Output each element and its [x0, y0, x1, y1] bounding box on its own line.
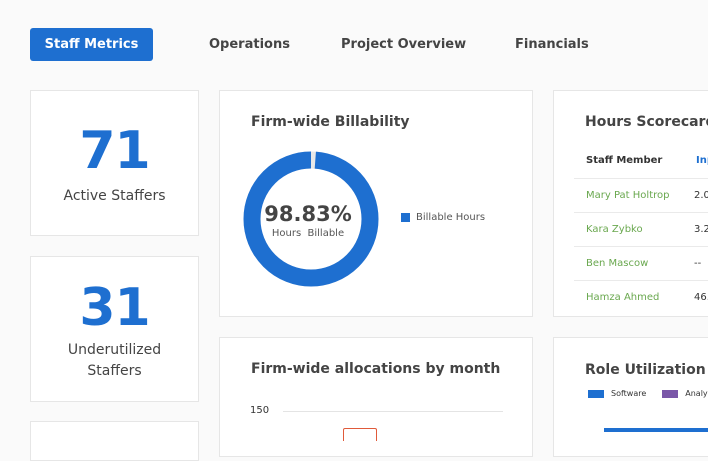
- active-staffers-value: 71: [79, 121, 150, 181]
- role-utilization-card: Role Utilization Software Analys: [553, 337, 708, 457]
- hours-value: --: [694, 258, 702, 269]
- allocations-bar-partial: [343, 428, 377, 441]
- billability-legend: Billable Hours: [401, 212, 485, 223]
- table-row: Hamza Ahmed 46.: [574, 280, 708, 314]
- allocations-gridline: [283, 411, 503, 412]
- billability-sub-hours: Hours: [271, 228, 302, 239]
- underutilized-card: 31 Underutilized Staffers: [30, 256, 199, 402]
- staff-name[interactable]: Hamza Ahmed: [586, 281, 659, 315]
- hours-value: 3.2: [694, 224, 708, 235]
- table-row: Ben Mascow --: [574, 246, 708, 280]
- underutilized-label-line2: Staffers: [87, 363, 142, 379]
- header-input[interactable]: Inp: [696, 155, 708, 166]
- active-staffers-label: Active Staffers: [63, 188, 166, 204]
- tab-financials[interactable]: Financials: [515, 28, 589, 61]
- scorecard-header: Staff Member Inp: [574, 148, 708, 178]
- billability-sub-billable: Billable: [307, 228, 345, 239]
- allocations-y-tick: 150: [250, 405, 270, 416]
- allocations-title: Firm-wide allocations by month: [251, 361, 501, 377]
- billability-percent: 98.83%: [264, 202, 352, 226]
- active-staffers-card: 71 Active Staffers: [30, 90, 199, 236]
- table-row: Kara Zybko 3.2: [574, 212, 708, 246]
- staff-name[interactable]: Mary Pat Holtrop: [586, 179, 669, 213]
- hours-value: 2.0: [694, 190, 708, 201]
- role-util-title: Role Utilization: [585, 362, 706, 378]
- hours-value: 46.: [694, 292, 708, 303]
- staff-name[interactable]: Ben Mascow: [586, 247, 648, 281]
- underutilized-value: 31: [79, 278, 150, 338]
- hours-scorecard-card: Hours Scorecard Staff Member Inp Mary Pa…: [553, 90, 708, 317]
- tab-project-overview[interactable]: Project Overview: [341, 28, 466, 61]
- staff-name[interactable]: Kara Zybko: [586, 213, 643, 247]
- metric-card-partial: [30, 421, 199, 461]
- tab-staff-metrics[interactable]: Staff Metrics: [30, 28, 153, 61]
- underutilized-label-line1: Underutilized: [67, 342, 162, 358]
- legend-label-billable: Billable Hours: [416, 212, 486, 223]
- legend-swatch-analyst: [662, 389, 679, 398]
- legend-label-software: Software: [611, 389, 647, 398]
- table-row: Mary Pat Holtrop 2.0: [574, 178, 708, 212]
- allocations-card: Firm-wide allocations by month 150: [219, 337, 533, 457]
- billability-card: Firm-wide Billability 98.83% Hours Billa…: [219, 90, 533, 317]
- header-staff-member: Staff Member: [586, 155, 663, 166]
- legend-swatch-software: [588, 389, 604, 398]
- legend-label-analyst: Analys: [685, 389, 708, 398]
- scorecard-rows: Mary Pat Holtrop 2.0 Kara Zybko 3.2 Ben …: [574, 178, 708, 316]
- legend-swatch-billable: [401, 213, 410, 222]
- tab-operations[interactable]: Operations: [209, 28, 290, 61]
- billability-title: Firm-wide Billability: [251, 114, 410, 130]
- scorecard-title: Hours Scorecard: [585, 114, 708, 130]
- role-util-bar-partial: [604, 428, 708, 432]
- billability-sub: Hours Billable: [251, 228, 365, 239]
- role-util-legend: Software Analys: [588, 389, 708, 398]
